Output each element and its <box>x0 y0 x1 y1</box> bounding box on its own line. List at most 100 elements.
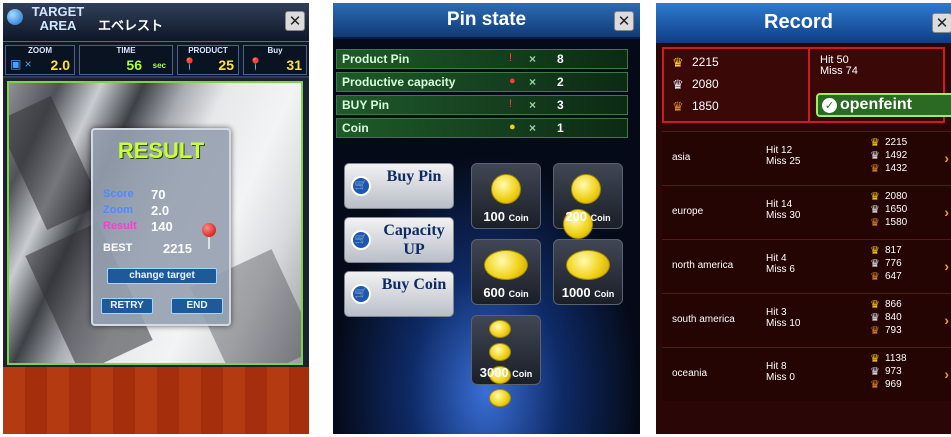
satellite-map[interactable]: RESULT Score 70 Zoom 2.0 Result 140 BEST… <box>7 81 303 365</box>
region-row-asia[interactable]: asia Hit 12 Miss 25 ♛ 2215 ♛ 1492 ♛ 1432 › <box>662 131 951 185</box>
coin-pack-100[interactable]: 100 Coin <box>471 163 541 229</box>
bronze-crown-icon: ♛ <box>870 379 880 391</box>
region-hit-miss: Hit 4 Miss 6 <box>766 253 795 275</box>
region-name: south america <box>672 314 735 325</box>
buy-value: 31 <box>286 57 302 73</box>
region-row-south-america[interactable]: south america Hit 3 Miss 10 ♛ 866 ♛ 840 ♛ 79… <box>662 293 951 347</box>
best-row: BEST 2215 <box>103 241 192 256</box>
time-stat: TIME 56 sec <box>79 45 173 75</box>
cart-icon: 🛒 <box>351 230 371 250</box>
region-name: oceania <box>672 368 708 379</box>
record-header: Record ✕ <box>656 3 951 43</box>
state-row-value: 1 <box>557 121 564 135</box>
total-miss: Miss 74 <box>820 65 858 77</box>
zoom-row-label: Zoom <box>103 204 133 216</box>
score-value: 70 <box>151 187 166 202</box>
buy-pin-button[interactable]: 🛒 Buy Pin <box>344 163 454 209</box>
close-icon[interactable]: ✕ <box>614 11 634 31</box>
capacity-icon: ● <box>509 75 516 87</box>
time-label: TIME <box>116 46 136 55</box>
silver-crown-icon: ♛ <box>870 204 880 216</box>
bronze-crown-icon: ♛ <box>870 163 880 175</box>
capacity-up-button[interactable]: 🛒 Capacity UP <box>344 217 454 263</box>
terrain-shadow <box>9 95 102 231</box>
openfeint-label: openfeint <box>840 96 912 113</box>
buy-stat: Buy 📍 31 <box>243 45 307 75</box>
capacity-up-label: Capacity UP <box>383 222 445 258</box>
gold-crown-icon: ♛ <box>870 299 880 311</box>
region-name: north america <box>672 260 734 271</box>
coin-pack-600[interactable]: 600 Coin <box>471 239 541 305</box>
times-icon: × <box>529 52 537 66</box>
silver-crown-icon: ♛ <box>870 366 880 378</box>
record-summary: ♛ 2215 ♛ 2080 ♛ 1850 Hit 50 Miss 74 ✓ op… <box>662 47 951 123</box>
pin-icon: 📍 <box>248 57 263 71</box>
buy-coin-label: Buy Coin <box>381 276 447 293</box>
coin-pack-label: 200 Coin <box>565 209 611 224</box>
state-row-product-pin: Product Pin ! × 8 <box>336 49 628 69</box>
bronze-crown-icon: ♛ <box>870 217 880 229</box>
coin-pack-label: 3000 Coin <box>479 365 533 380</box>
chevron-right-icon: › <box>944 150 949 166</box>
top-score-3: 1850 <box>692 99 719 113</box>
silver-crown-icon: ♛ <box>672 77 684 92</box>
silver-crown-icon: ♛ <box>870 258 880 270</box>
pin-state-title: Pin state <box>446 9 527 30</box>
time-unit: sec <box>152 61 166 70</box>
state-row-coin: Coin ● × 1 <box>336 118 628 138</box>
zoom-value: 2.0 <box>50 57 70 73</box>
pin-icon: ! <box>509 52 513 64</box>
zoom-label: ZOOM <box>28 46 52 55</box>
change-target-button[interactable]: change target <box>107 268 217 284</box>
result-title: RESULT <box>117 138 205 163</box>
gold-crown-icon: ♛ <box>870 191 880 203</box>
record-title: Record <box>764 11 833 33</box>
pin-icon: ! <box>509 98 513 110</box>
state-row-value: 8 <box>557 52 564 66</box>
target-area-title: TARGET AREA <box>31 4 85 33</box>
coin-pack-1000[interactable]: 1000 Coin <box>553 239 623 305</box>
time-value: 56 <box>126 57 142 73</box>
coin-stack-icon <box>566 250 610 285</box>
retry-button[interactable]: RETRY <box>101 298 153 314</box>
region-hit-miss: Hit 8 Miss 0 <box>766 361 795 383</box>
zoom-row-value: 2.0 <box>151 203 170 218</box>
best-value: 2215 <box>163 241 192 256</box>
region-name: europe <box>672 206 704 217</box>
record-screen: Record ✕ ♛ 2215 ♛ 2080 ♛ 1850 Hit 50 Mis… <box>656 3 951 434</box>
openfeint-button[interactable]: ✓ openfeint <box>816 93 951 117</box>
region-row-oceania[interactable]: oceania Hit 8 Miss 0 ♛ 1138 ♛ 973 ♛ 969 › <box>662 347 951 401</box>
zoom-row: Zoom 2.0 <box>103 203 169 218</box>
top-scores: ♛ 2215 ♛ 2080 ♛ 1850 <box>664 49 810 121</box>
chevron-right-icon: › <box>944 204 949 220</box>
coin-pack-200[interactable]: 200 Coin <box>553 163 623 239</box>
top-score-1: 2215 <box>692 55 719 69</box>
end-button[interactable]: END <box>171 298 223 314</box>
region-row-europe[interactable]: europe Hit 14 Miss 30 ♛ 2080 ♛ 1650 ♛ 1580 › <box>662 185 951 239</box>
score-row: Score 70 <box>103 187 165 202</box>
state-row-productive-capacity: Productive capacity ● × 2 <box>336 72 628 92</box>
coin-icon: ● <box>509 121 516 133</box>
region-row-north-america[interactable]: north america Hit 4 Miss 6 ♛ 817 ♛ 776 ♛ 647… <box>662 239 951 293</box>
bronze-crown-icon: ♛ <box>672 99 684 114</box>
coin-pack-3000[interactable]: 3000 Coin <box>471 315 541 407</box>
buy-coin-button[interactable]: 🛒 Buy Coin <box>344 271 454 317</box>
product-stat: PRODUCT 📍 25 <box>177 45 239 75</box>
state-row-label: BUY Pin <box>342 98 390 112</box>
buy-pin-label: Buy Pin <box>386 168 442 185</box>
gold-crown-icon: ♛ <box>870 353 880 365</box>
close-icon[interactable]: ✕ <box>285 11 305 31</box>
coin-pack-label: 600 Coin <box>483 285 529 300</box>
region-hit-miss: Hit 12 Miss 25 <box>766 145 801 167</box>
cart-icon: 🛒 <box>351 176 371 196</box>
bronze-crown-icon: ♛ <box>870 325 880 337</box>
chevron-right-icon: › <box>944 258 949 274</box>
coin-icon <box>491 174 521 209</box>
silver-crown-icon: ♛ <box>870 312 880 324</box>
region-hit-miss: Hit 3 Miss 10 <box>766 307 801 329</box>
chevron-right-icon: › <box>944 366 949 382</box>
pin-state-screen: Pin state ✕ Product Pin ! × 8 Productive… <box>333 3 640 434</box>
close-icon[interactable]: ✕ <box>932 13 951 33</box>
state-row-label: Product Pin <box>342 52 410 66</box>
map-pin-icon <box>202 223 216 249</box>
